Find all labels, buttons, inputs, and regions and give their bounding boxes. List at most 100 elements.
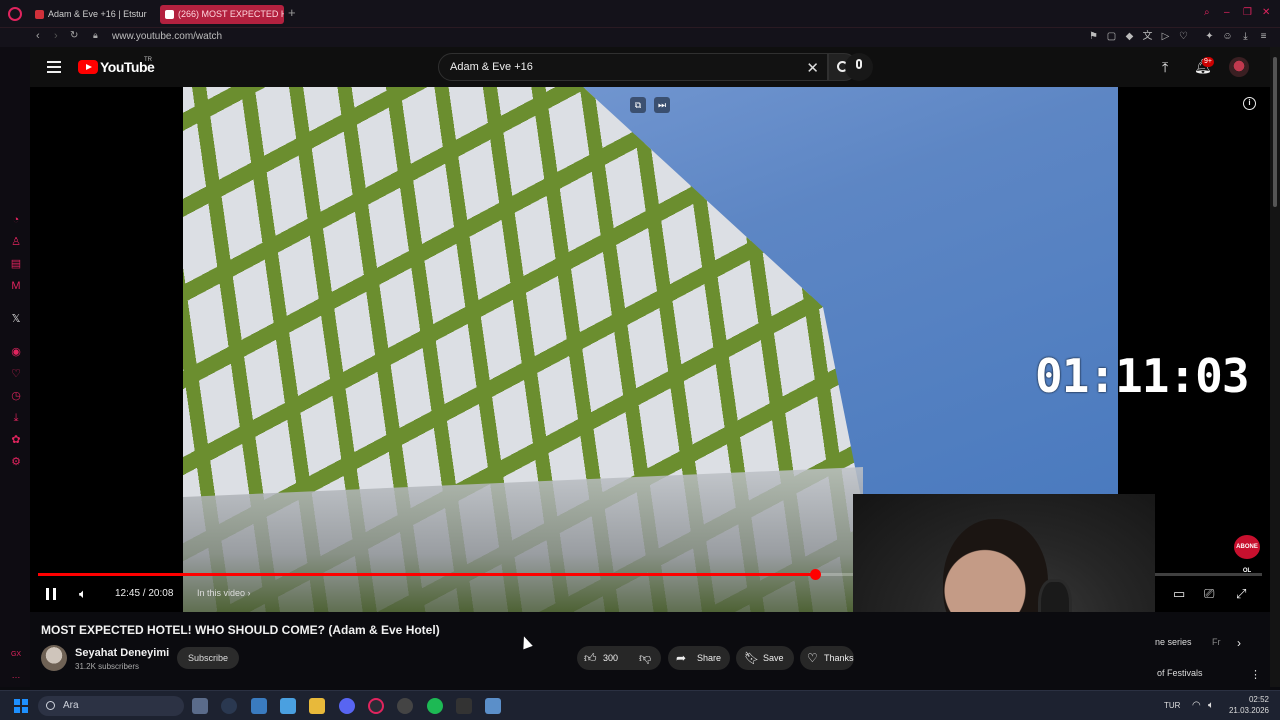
tab-etstur[interactable]: Adam & Eve +16 | Etstur [30, 5, 152, 24]
download-icon[interactable]: ⤓ [1240, 31, 1251, 42]
voice-search-button[interactable] [845, 53, 873, 81]
taskbar-search[interactable]: Ara [38, 696, 184, 716]
speaker-icon[interactable]: 🔈︎ [1208, 700, 1214, 711]
channel-avatar[interactable] [41, 645, 67, 671]
clock-time[interactable]: 02:52 [1229, 695, 1269, 704]
taskbar-search-input[interactable]: Ara [63, 700, 79, 711]
account-icon[interactable]: ☺ [1222, 31, 1233, 42]
extensions-icon[interactable]: ✦ [1204, 31, 1215, 42]
bookmark-icon[interactable]: ⚑ [1088, 31, 1099, 42]
clear-search-icon[interactable]: ✕ [806, 59, 819, 77]
thanks-label: Thanks [824, 653, 854, 663]
player-sidebar-icon[interactable]: ◉ [10, 346, 22, 358]
subtitles-icon[interactable]: ▭ [1173, 586, 1185, 602]
menu-icon[interactable]: ≡ [1258, 31, 1269, 42]
x-twitter-icon[interactable]: 𝕏 [10, 313, 22, 325]
downloads-icon[interactable]: ⤓ [10, 412, 22, 424]
skip-next-icon[interactable]: ⏭ [654, 97, 670, 113]
pause-icon[interactable] [46, 588, 56, 600]
channel-name[interactable]: Seyahat Deneyimi [75, 647, 169, 659]
microphone-app-icon[interactable] [456, 698, 472, 714]
wifi-icon[interactable]: ◠ [1192, 700, 1201, 711]
minimize-icon[interactable]: – [1224, 8, 1234, 18]
new-tab-button[interactable]: + [288, 5, 296, 20]
chip-from[interactable]: Fr [1212, 637, 1221, 647]
messenger-icon[interactable]: M [10, 280, 22, 292]
twitch-icon[interactable]: ▤ [10, 258, 22, 270]
address-bar: ‹ › ↻ 🔒︎ www.youtube.com/watch ⚑ ▢ ◆ 文 ▷… [0, 28, 1280, 47]
snapshot-icon[interactable]: ▢ [1106, 31, 1117, 42]
like-count[interactable]: 300 [603, 646, 618, 670]
tab-label: Adam & Eve +16 | Etstur [48, 9, 147, 19]
hamburger-menu-icon[interactable] [47, 61, 61, 73]
thanks-icon: ♡ [807, 651, 818, 665]
notifications-badge: 9+ [1202, 57, 1214, 67]
back-icon[interactable]: ‹ [36, 30, 40, 42]
heart-icon[interactable]: ♡ [1178, 31, 1189, 42]
save-button[interactable]: 🔖︎ Save [736, 646, 794, 670]
page-scrollbar[interactable] [1270, 47, 1280, 687]
reload-icon[interactable]: ↻ [70, 30, 78, 41]
clock-date[interactable]: 21.03.2026 [1222, 706, 1269, 715]
thanks-button[interactable]: ♡ Thanks [800, 646, 854, 670]
shield-icon[interactable]: ◆ [1124, 31, 1135, 42]
dashboard-app-icon[interactable] [221, 698, 237, 714]
like-dislike-group: 👍︎ 300 👎︎ [577, 646, 661, 670]
webcam-overlay [853, 494, 1155, 612]
search-box[interactable]: Adam & Eve +16 ✕ [438, 53, 828, 81]
discord-icon[interactable] [339, 698, 355, 714]
url-field[interactable]: www.youtube.com/watch [112, 31, 222, 42]
webcam-person-head [943, 519, 1048, 612]
opera-gx-taskbar-icon[interactable] [368, 698, 384, 714]
time-display: 12:45 / 20:08 [115, 588, 174, 599]
chevron-right-icon[interactable]: › [1237, 636, 1241, 650]
microphone-icon [856, 59, 862, 69]
more-icon[interactable]: … [10, 669, 22, 681]
account-avatar[interactable] [1229, 57, 1249, 77]
thumbs-down-icon[interactable]: 👎︎ [639, 646, 651, 670]
store-app-icon[interactable] [251, 698, 267, 714]
tab-youtube[interactable]: (266) MOST EXPECTED H [160, 5, 284, 24]
recommended-video-title[interactable]: of Festivals [1157, 668, 1203, 678]
share-button[interactable]: ➦ Share [668, 646, 730, 670]
maximize-icon[interactable]: ❐ [1243, 8, 1253, 18]
save-icon: 🔖︎ [744, 651, 760, 665]
subscriber-count: 31.2K subscribers [75, 662, 140, 671]
search-input[interactable]: Adam & Eve +16 [450, 61, 533, 73]
translate-icon[interactable]: 文 [1142, 31, 1153, 42]
scrollbar-thumb[interactable] [1273, 57, 1277, 207]
close-window-icon[interactable]: ✕ [1262, 8, 1272, 18]
info-icon[interactable]: i [1243, 97, 1256, 110]
history-icon[interactable]: ◷ [10, 390, 22, 402]
upload-icon[interactable]: ⤒ [1162, 59, 1168, 76]
spotify-icon[interactable] [427, 698, 443, 714]
forward-icon[interactable]: › [54, 30, 58, 42]
app-taskbar-icon[interactable] [397, 698, 413, 714]
settings-app-icon[interactable] [192, 698, 208, 714]
youtube-logo-icon[interactable] [78, 60, 98, 74]
file-explorer-icon[interactable] [309, 698, 325, 714]
search-tabs-icon[interactable]: ⌕ [1204, 8, 1214, 18]
more-options-icon[interactable]: ⋮ [1250, 668, 1261, 681]
language-indicator[interactable]: TUR [1164, 701, 1180, 710]
fullscreen-icon[interactable]: ⤢ [1236, 586, 1246, 602]
chip-series[interactable]: ne series [1155, 637, 1192, 647]
subscribe-button[interactable]: Subscribe [177, 647, 239, 669]
in-this-video-button[interactable]: In this video › [197, 588, 251, 598]
mouse-cursor-icon [519, 634, 533, 650]
thumbs-up-icon[interactable]: 👍︎ [584, 646, 597, 670]
gx-corner-icon[interactable]: ♙ [10, 236, 22, 248]
player-icon[interactable]: ▷ [1160, 31, 1171, 42]
photos-app-icon[interactable] [280, 698, 296, 714]
favorites-icon[interactable]: ♡ [10, 368, 22, 380]
extensions-sidebar-icon[interactable]: ✿ [10, 434, 22, 446]
opera-logo-icon[interactable] [8, 7, 22, 21]
miniplayer-icon[interactable]: ⧉ [630, 97, 646, 113]
gx-control-icon[interactable]: ◔ [10, 214, 22, 226]
windows-start-icon[interactable] [14, 699, 28, 713]
volume-icon[interactable]: 🔈︎ [79, 586, 87, 602]
network-app-icon[interactable] [485, 698, 501, 714]
settings-icon[interactable]: ⚙ [10, 456, 22, 468]
video-player[interactable]: ⧉ ⏭ i 01:11:03 ABONE OL 🔈︎ 12:45 / 20:08… [30, 87, 1270, 612]
cast-icon[interactable]: ⎚ [1204, 586, 1214, 602]
